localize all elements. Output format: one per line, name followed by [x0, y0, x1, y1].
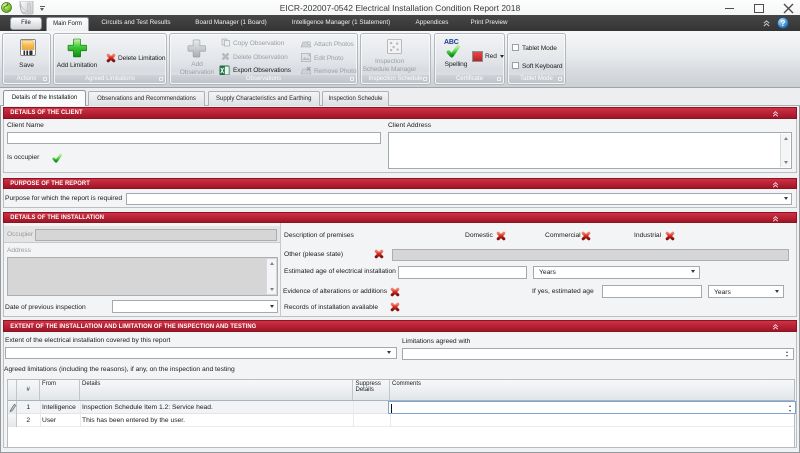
svg-text:?: ? [781, 19, 786, 28]
